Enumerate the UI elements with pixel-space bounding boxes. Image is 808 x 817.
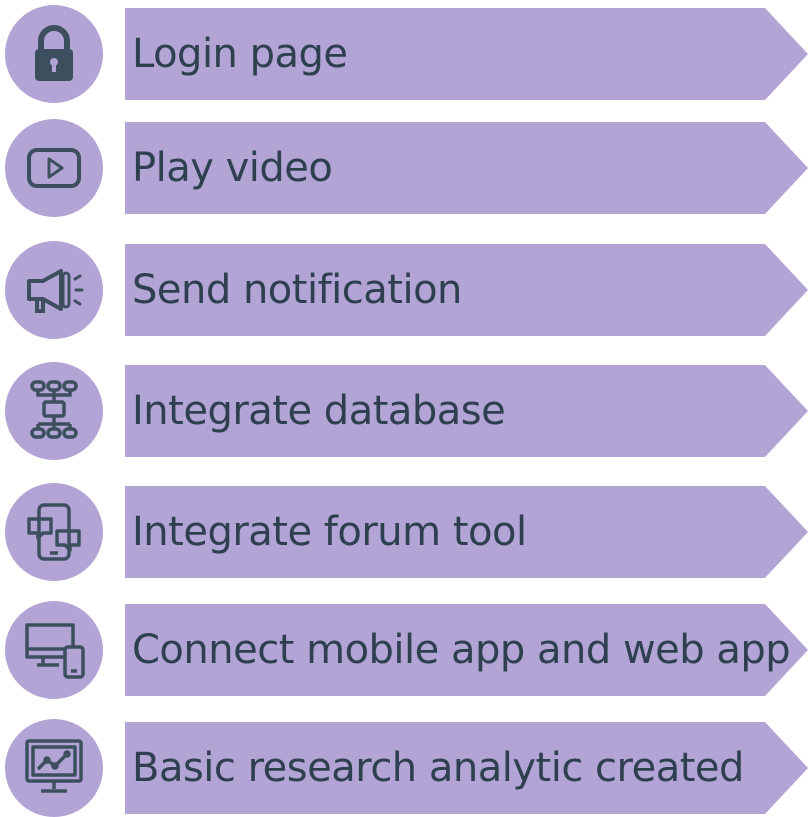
megaphone-icon	[27, 269, 84, 313]
step-icon-circle	[5, 601, 103, 699]
lock-icon	[35, 25, 73, 81]
play-video-icon	[27, 148, 81, 188]
step-row-login: Login page	[0, 5, 808, 103]
step-icon-circle	[5, 483, 103, 581]
desktop-mobile-icon	[25, 623, 85, 679]
database-hierarchy-icon	[30, 380, 78, 439]
step-row-forum: Integrate forum tool	[0, 483, 808, 581]
step-row-database: Integrate database	[0, 362, 808, 460]
step-label: Integrate database	[132, 388, 506, 434]
step-label: Basic research analytic created	[132, 745, 744, 791]
step-label: Play video	[132, 145, 333, 191]
analytics-monitor-icon	[25, 739, 83, 793]
step-label: Send notification	[132, 267, 462, 313]
step-icon-circle	[5, 719, 103, 817]
forum-chat-icon	[27, 503, 81, 561]
step-icon-circle	[5, 5, 103, 103]
step-label: Login page	[132, 31, 348, 77]
step-row-notification: Send notification	[0, 241, 808, 339]
step-row-play-video: Play video	[0, 119, 808, 217]
step-row-analytics: Basic research analytic created	[0, 719, 808, 817]
step-label: Connect mobile app and web app	[132, 627, 791, 673]
step-icon-circle	[5, 119, 103, 217]
step-row-connect-apps: Connect mobile app and web app	[0, 601, 808, 699]
step-icon-circle	[5, 362, 103, 460]
step-icon-circle	[5, 241, 103, 339]
step-label: Integrate forum tool	[132, 509, 527, 555]
